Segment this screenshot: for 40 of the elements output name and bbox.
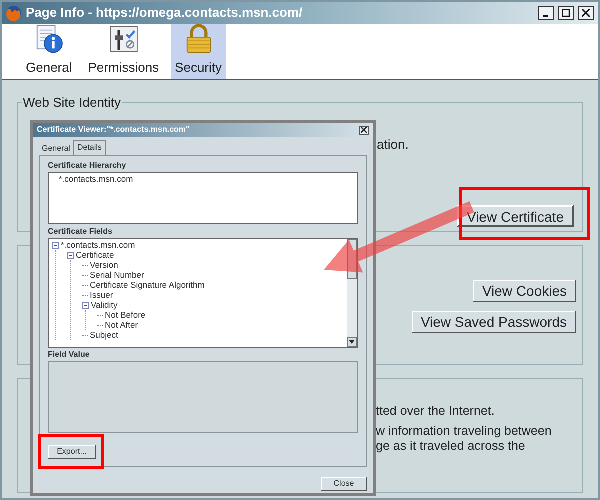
close-icon[interactable]: [578, 6, 594, 20]
group-title: Web Site Identity: [22, 94, 122, 112]
collapse-box-icon[interactable]: [82, 302, 89, 308]
dialog-tab[interactable]: General: [39, 143, 74, 155]
tree-item[interactable]: Subject: [90, 330, 118, 340]
tree-item[interactable]: Not After: [105, 320, 138, 330]
dialog-button[interactable]: View Certificate: [456, 204, 574, 226]
dialog-tab[interactable]: Details: [73, 140, 106, 155]
close-icon[interactable]: [359, 126, 369, 134]
dialog-title: Certificate Viewer:"*.contacts.msn.com": [37, 124, 190, 136]
body-text: w information traveling between: [376, 424, 553, 439]
collapse-box-icon[interactable]: [52, 242, 59, 248]
window-title: Page Info - https://omega.contacts.msn.com/: [26, 4, 304, 22]
body-text: tted over the Internet.: [376, 404, 496, 419]
tree-item[interactable]: Issuer: [90, 290, 114, 300]
section-label: Field Value: [48, 349, 91, 361]
tree-item[interactable]: Serial Number: [90, 270, 144, 280]
dialog-button[interactable]: View Cookies: [473, 280, 576, 302]
toolbar-tab[interactable]: Security: [171, 24, 226, 79]
export-button[interactable]: Export...: [48, 445, 96, 459]
scrollbar[interactable]: [347, 239, 357, 347]
close-button[interactable]: Close: [321, 477, 367, 491]
section-label: Certificate Fields: [48, 226, 114, 238]
tree-item[interactable]: *.contacts.msn.com: [61, 240, 136, 250]
tree-item[interactable]: Version: [90, 260, 118, 270]
browser-logo-icon: [6, 5, 22, 21]
tree-item[interactable]: Validity: [91, 300, 118, 310]
minimize-icon[interactable]: [538, 6, 554, 20]
hierarchy-item[interactable]: *.contacts.msn.com: [59, 174, 347, 185]
dialog-button[interactable]: View Saved Passwords: [412, 311, 576, 333]
tree-item[interactable]: Not Before: [105, 310, 146, 320]
scroll-down-icon[interactable]: [349, 340, 355, 344]
highlight-frame: [38, 434, 104, 469]
tree-item[interactable]: Certificate: [76, 250, 114, 260]
tree-item[interactable]: Certificate Signature Algorithm: [90, 280, 205, 290]
maximize-icon[interactable]: [558, 6, 574, 20]
body-text: ation.: [377, 136, 409, 154]
section-label: Certificate Hierarchy: [48, 160, 128, 172]
collapse-box-icon[interactable]: [67, 252, 74, 258]
body-text: ge as it traveled across the: [376, 439, 526, 454]
